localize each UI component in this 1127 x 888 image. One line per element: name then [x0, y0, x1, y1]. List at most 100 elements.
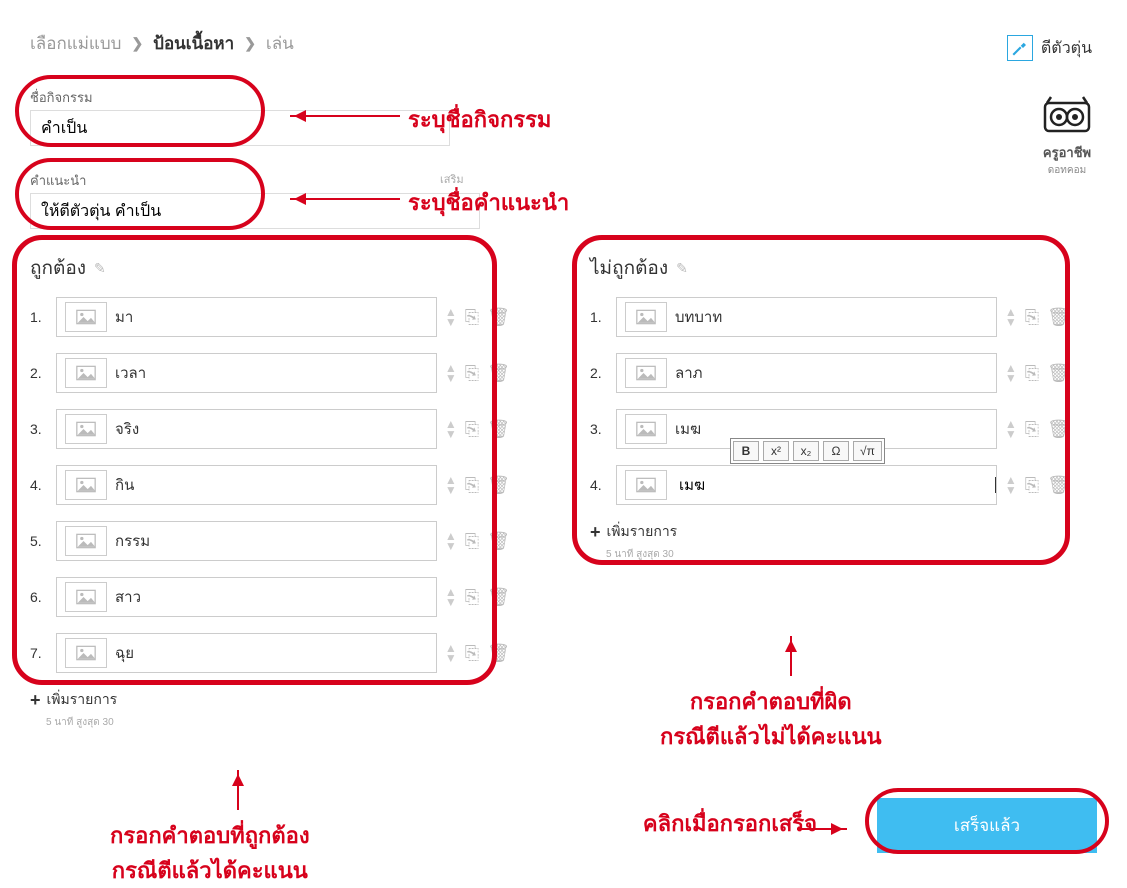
sort-handle[interactable]: ▲▼	[445, 361, 457, 385]
omega-button[interactable]: Ω	[823, 441, 849, 461]
item-box[interactable]: ลาภ	[616, 353, 997, 393]
list-item: 5. กรรม ▲▼ ⎘ 🗑	[30, 521, 510, 561]
item-box[interactable]: สาว	[56, 577, 437, 617]
item-box[interactable]: กรรม	[56, 521, 437, 561]
image-icon[interactable]	[65, 470, 107, 500]
copy-icon[interactable]: ⎘	[465, 475, 479, 496]
chevron-right-icon: ❯	[131, 35, 143, 52]
item-text[interactable]: บทบาท	[675, 305, 996, 329]
annotation-incorrect: กรอกคำตอบที่ผิด กรณีตีแล้วไม่ได้คะแนน	[660, 684, 882, 754]
copy-icon[interactable]: ⎘	[465, 531, 479, 552]
annotation-hint: ระบุชื่อคำแนะนำ	[408, 185, 569, 220]
item-text-input[interactable]	[675, 473, 995, 498]
item-text[interactable]: กรรม	[115, 529, 436, 553]
item-number: 3.	[30, 421, 48, 437]
sort-handle[interactable]: ▲▼	[1005, 417, 1017, 441]
item-text[interactable]: ลาภ	[675, 361, 996, 385]
copy-icon[interactable]: ⎘	[465, 587, 479, 608]
item-number: 4.	[590, 477, 608, 493]
sort-handle[interactable]: ▲▼	[1005, 305, 1017, 329]
breadcrumb-step1[interactable]: เลือกแม่แบบ	[30, 30, 121, 57]
image-icon[interactable]	[625, 302, 667, 332]
image-icon[interactable]	[65, 582, 107, 612]
sort-handle[interactable]: ▲▼	[1005, 361, 1017, 385]
item-text[interactable]: มา	[115, 305, 436, 329]
sort-handle[interactable]: ▲▼	[445, 529, 457, 553]
list-item: 2. เวลา ▲▼ ⎘ 🗑	[30, 353, 510, 393]
item-number: 1.	[30, 309, 48, 325]
image-icon[interactable]	[625, 470, 667, 500]
item-box[interactable]: จริง	[56, 409, 437, 449]
annotation-arrow	[290, 115, 400, 117]
item-box[interactable]	[616, 465, 997, 505]
bold-button[interactable]: B	[733, 441, 759, 461]
done-wrap: เสร็จแล้ว	[877, 798, 1097, 853]
list-item: 6.สาว▲▼⎘🗑	[30, 577, 510, 617]
item-box[interactable]: มา	[56, 297, 437, 337]
item-box[interactable]: กิน	[56, 465, 437, 505]
add-correct-item[interactable]: + เพิ่มรายการ	[30, 689, 510, 711]
item-number: 5.	[30, 533, 48, 549]
sort-handle[interactable]: ▲▼	[445, 417, 457, 441]
chevron-right-icon: ❯	[244, 35, 256, 52]
copy-icon[interactable]: ⎘	[1025, 363, 1039, 384]
superscript-button[interactable]: x²	[763, 441, 789, 461]
item-number: 1.	[590, 309, 608, 325]
edit-icon[interactable]: ✎	[94, 260, 106, 277]
sort-handle[interactable]: ▲▼	[445, 585, 457, 609]
incorrect-limit-hint: 5 นาที สูงสุด 30	[606, 547, 1070, 562]
incorrect-title: ไม่ถูกต้อง	[590, 253, 668, 283]
item-number: 2.	[30, 365, 48, 381]
sqrt-button[interactable]: √π	[853, 441, 882, 461]
delete-icon[interactable]: 🗑	[487, 363, 510, 384]
sort-handle[interactable]: ▲▼	[445, 473, 457, 497]
annotation-arrow	[290, 198, 400, 200]
item-number: 4.	[30, 477, 48, 493]
delete-icon[interactable]: 🗑	[1047, 419, 1070, 440]
item-text[interactable]: จริง	[115, 417, 436, 441]
sort-handle[interactable]: ▲▼	[445, 305, 457, 329]
image-icon[interactable]	[65, 302, 107, 332]
delete-icon[interactable]: 🗑	[1047, 307, 1070, 328]
copy-icon[interactable]: ⎘	[465, 307, 479, 328]
item-box[interactable]: บทบาท	[616, 297, 997, 337]
copy-icon[interactable]: ⎘	[465, 363, 479, 384]
delete-icon[interactable]: 🗑	[487, 531, 510, 552]
copy-icon[interactable]: ⎘	[465, 643, 479, 664]
delete-icon[interactable]: 🗑	[487, 419, 510, 440]
image-icon[interactable]	[625, 358, 667, 388]
item-text[interactable]: สาว	[115, 585, 436, 609]
breadcrumb-step2[interactable]: ป้อนเนื้อหา	[153, 30, 234, 57]
item-box[interactable]: เวลา	[56, 353, 437, 393]
add-incorrect-item[interactable]: + เพิ่มรายการ	[590, 521, 1070, 543]
delete-icon[interactable]: 🗑	[487, 587, 510, 608]
item-text[interactable]: เวลา	[115, 361, 436, 385]
image-icon[interactable]	[65, 638, 107, 668]
delete-icon[interactable]: 🗑	[487, 475, 510, 496]
edit-icon[interactable]: ✎	[676, 260, 688, 277]
item-text[interactable]: กิน	[115, 473, 436, 497]
list-item: 1. มา ▲▼ ⎘ 🗑	[30, 297, 510, 337]
delete-icon[interactable]: 🗑	[1047, 363, 1070, 384]
copy-icon[interactable]: ⎘	[1025, 475, 1039, 496]
delete-icon[interactable]: 🗑	[1047, 475, 1070, 496]
done-button[interactable]: เสร็จแล้ว	[877, 798, 1097, 853]
sort-handle[interactable]: ▲▼	[445, 641, 457, 665]
image-icon[interactable]	[65, 358, 107, 388]
sort-handle[interactable]: ▲▼	[1005, 473, 1017, 497]
image-icon[interactable]	[65, 526, 107, 556]
copy-icon[interactable]: ⎘	[1025, 419, 1039, 440]
delete-icon[interactable]: 🗑	[487, 643, 510, 664]
item-text[interactable]: ฉุย	[115, 641, 436, 665]
item-box[interactable]: ฉุย	[56, 633, 437, 673]
copy-icon[interactable]: ⎘	[465, 419, 479, 440]
image-icon[interactable]	[625, 414, 667, 444]
copy-icon[interactable]: ⎘	[1025, 307, 1039, 328]
breadcrumb-step3[interactable]: เล่น	[266, 30, 294, 57]
subscript-button[interactable]: x₂	[793, 441, 819, 461]
annotation-arrow-right	[797, 828, 847, 830]
list-item: 3. จริง ▲▼ ⎘ 🗑	[30, 409, 510, 449]
game-type: ตีตัวตุ่น	[1007, 35, 1092, 61]
delete-icon[interactable]: 🗑	[487, 307, 510, 328]
image-icon[interactable]	[65, 414, 107, 444]
